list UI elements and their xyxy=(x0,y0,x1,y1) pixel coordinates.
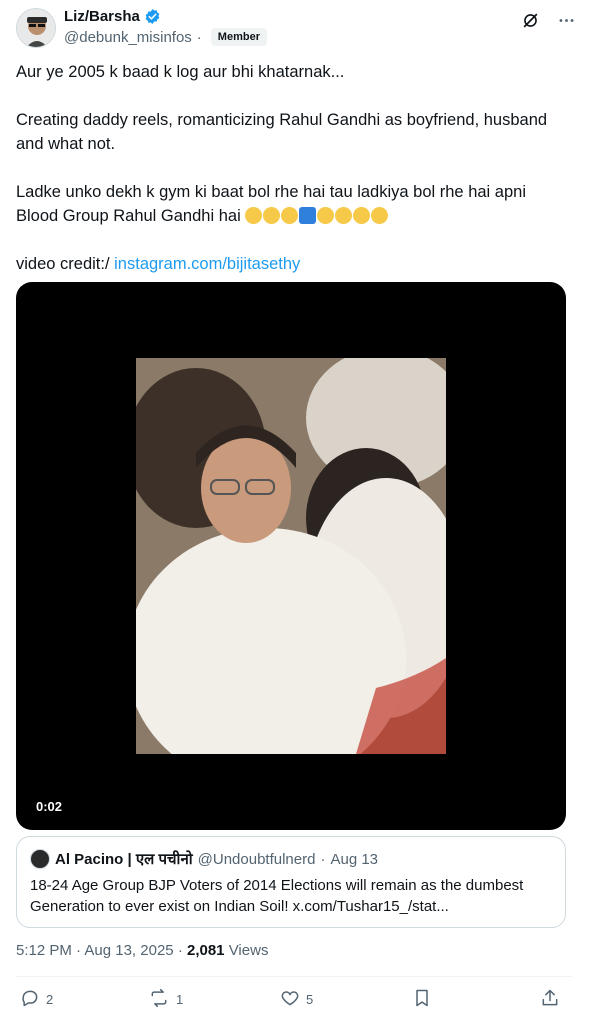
bookmark-button[interactable] xyxy=(412,988,432,1011)
author-display-name[interactable]: Liz/Barsha xyxy=(64,8,140,25)
tweet-date[interactable]: Aug 13, 2025 xyxy=(84,942,173,959)
separator-dot: · xyxy=(177,942,183,959)
tweet-time[interactable]: 5:12 PM xyxy=(16,942,72,959)
action-bar: 2 1 5 xyxy=(16,988,572,1014)
quoted-date: Aug 13 xyxy=(330,850,379,868)
quoted-author-name: Al Pacino | एल पचीनो xyxy=(55,851,193,868)
repost-count: 1 xyxy=(176,992,184,1007)
like-count: 5 xyxy=(306,992,314,1007)
reply-button[interactable]: 2 xyxy=(20,988,53,1011)
video-timecode: 0:02 xyxy=(36,799,63,814)
neutral-emoji-icon xyxy=(317,207,335,224)
author-handle[interactable]: @debunk_misinfos xyxy=(64,29,192,46)
crying-emoji-icon xyxy=(245,207,263,224)
tweet-paragraph-with-emoji: Ladke unko dekh k gym ki baat bol rhe ha… xyxy=(16,180,572,228)
bookmark-icon xyxy=(412,988,432,1011)
like-icon xyxy=(280,988,300,1011)
views-count: 2,081 xyxy=(186,942,225,959)
repost-icon xyxy=(148,988,170,1011)
expressionless-emoji-icon xyxy=(335,207,353,224)
video-frame xyxy=(136,358,446,754)
smile-emoji-icon xyxy=(281,207,299,224)
credit-prefix: video credit:/ xyxy=(16,255,115,273)
pleading-emoji-icon xyxy=(263,207,281,224)
views-label: Views xyxy=(228,942,269,959)
separator-dot: · xyxy=(320,850,326,868)
divider xyxy=(16,976,572,977)
emoji-group xyxy=(245,207,389,224)
like-button[interactable]: 5 xyxy=(280,988,313,1011)
more-icon[interactable] xyxy=(556,10,576,30)
up-down-arrow-emoji-icon xyxy=(299,207,317,224)
reply-count: 2 xyxy=(46,992,54,1007)
tweet-text: Aur ye 2005 k baad k log aur bhi khatarn… xyxy=(16,60,572,276)
quoted-text: 18-24 Age Group BJP Voters of 2014 Elect… xyxy=(30,877,524,915)
tweet-header: Liz/Barsha @debunk_misinfos · Member xyxy=(16,6,576,50)
grok-icon[interactable] xyxy=(520,10,540,30)
share-icon xyxy=(540,988,560,1011)
author-avatar[interactable] xyxy=(16,8,56,48)
quoted-tweet[interactable]: Al Pacino | एल पचीनो @Undoubtfulnerd · A… xyxy=(16,836,566,928)
tweet-paragraph: Aur ye 2005 k baad k log aur bhi khatarn… xyxy=(16,63,345,81)
video-player[interactable]: 0:02 xyxy=(16,282,566,830)
tweet-paragraph: Creating daddy reels, romanticizing Rahu… xyxy=(16,111,548,153)
credit-link[interactable]: instagram.com/bijitasethy xyxy=(114,255,300,273)
share-button[interactable] xyxy=(540,988,560,1011)
verified-icon xyxy=(144,8,161,25)
repost-button[interactable]: 1 xyxy=(148,988,183,1011)
reply-icon xyxy=(20,988,40,1011)
quoted-author-handle: @Undoubtfulnerd xyxy=(197,850,316,868)
video-credit: video credit:/ instagram.com/bijitasethy xyxy=(16,252,572,276)
expressionless-emoji-icon xyxy=(371,207,389,224)
member-badge[interactable]: Member xyxy=(210,28,267,46)
expressionless-emoji-icon xyxy=(353,207,371,224)
separator-dot: · xyxy=(76,942,82,959)
tweet-meta: 5:12 PM · Aug 13, 2025 · 2,081 Views xyxy=(16,942,268,959)
separator-dot: · xyxy=(196,28,202,46)
quoted-author-avatar xyxy=(30,849,50,869)
